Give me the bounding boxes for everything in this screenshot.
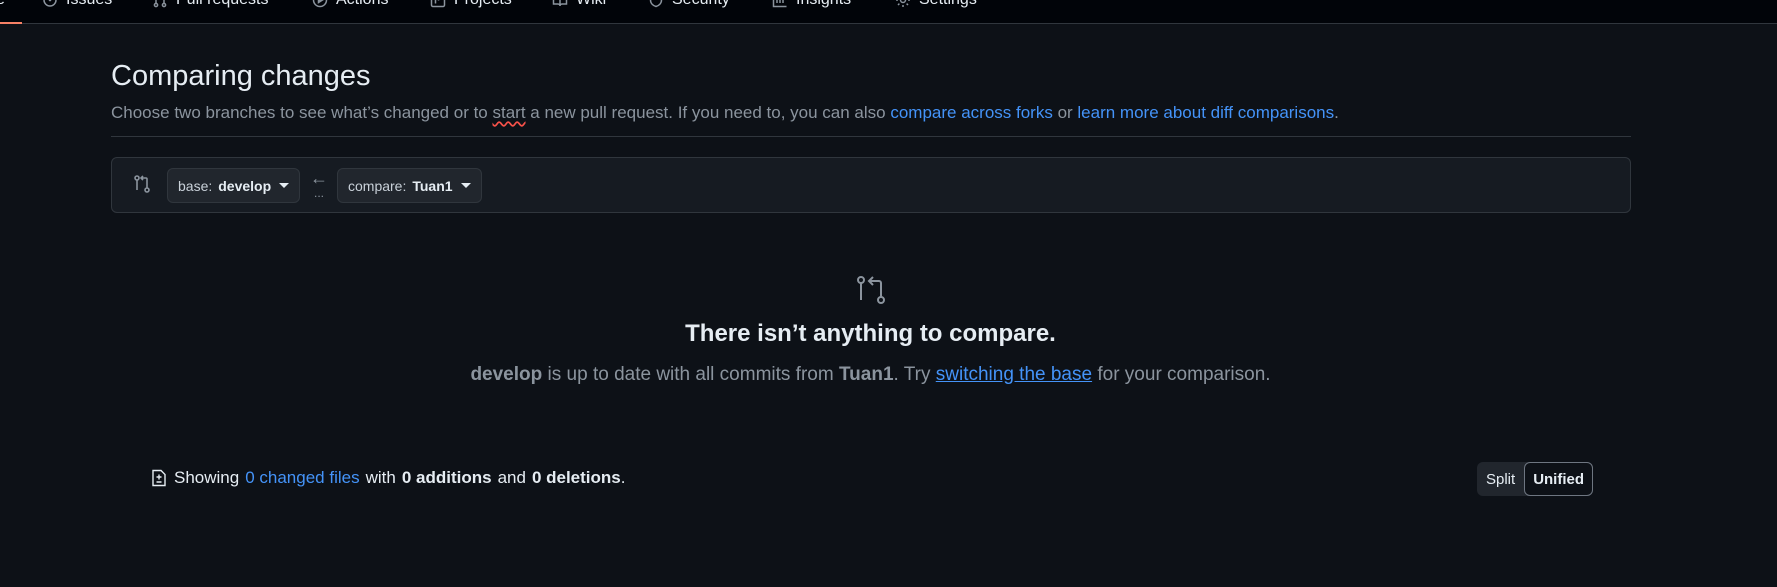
diff-view-toggle: Split Unified: [1477, 462, 1594, 496]
range-arrow: ← ...: [307, 168, 331, 202]
header-divider: [111, 136, 1631, 137]
chevron-down-icon: [460, 183, 471, 188]
git-compare-icon: [855, 274, 887, 306]
compare-branch-label: compare:: [348, 177, 407, 194]
compare-branch-value: Tuan1: [412, 177, 453, 194]
unified-view-button[interactable]: Unified: [1524, 462, 1594, 496]
blankslate-compare-branch: Tuan1: [838, 364, 894, 385]
compare-branch-button[interactable]: compare: Tuan1: [337, 168, 482, 203]
projects-icon: [430, 0, 446, 8]
tab-wiki-label: Wiki: [576, 0, 606, 9]
tab-actions[interactable]: Actions: [312, 0, 388, 10]
subtitle-text-end: .: [1334, 103, 1339, 122]
diff-stats: Showing 0 changed files with 0 additions…: [150, 468, 625, 488]
tab-security-label: Security: [672, 0, 730, 9]
tab-wiki[interactable]: Wiki: [552, 0, 606, 10]
range-editor: base: develop ← ... compare: Tuan1: [111, 157, 1631, 213]
file-diff-icon: [150, 469, 168, 487]
learn-more-link[interactable]: learn more about diff comparisons: [1077, 103, 1334, 122]
git-compare-icon: [132, 174, 152, 194]
issue-icon: [42, 0, 58, 8]
tab-settings-label: Settings: [919, 0, 977, 9]
wiki-icon: [552, 0, 568, 8]
blankslate-text-1: is up to date with all commits from: [542, 364, 839, 385]
diff-stats-period: .: [620, 468, 626, 487]
diff-stats-with: with: [365, 468, 396, 487]
tab-insights[interactable]: Insights: [772, 0, 851, 10]
blankslate-base-branch: develop: [470, 364, 543, 385]
tab-pull-requests[interactable]: Pull requests: [152, 0, 269, 10]
subtitle-text-or: or: [1052, 103, 1078, 122]
subtitle-text-prefix: Choose two branches to see what’s change…: [111, 103, 493, 122]
tab-issues-label: Issues: [66, 0, 112, 9]
blankslate-title: There isn’t anything to compare.: [685, 320, 1056, 347]
pull-request-icon: [152, 0, 168, 8]
compare-across-forks-link[interactable]: compare across forks: [890, 103, 1053, 122]
split-view-button[interactable]: Split: [1477, 462, 1524, 496]
tab-insights-label: Insights: [796, 0, 851, 9]
tab-settings[interactable]: Settings: [895, 0, 977, 10]
tab-actions-label: Actions: [336, 0, 388, 9]
tab-security[interactable]: Security: [648, 0, 730, 10]
changed-files-link[interactable]: 0 changed files: [245, 468, 359, 488]
tab-projects-label: Projects: [454, 0, 512, 9]
gear-icon: [895, 0, 911, 8]
tab-pull-requests-label: Pull requests: [176, 0, 269, 9]
page-title: Comparing changes: [111, 60, 371, 92]
graph-icon: [772, 0, 788, 8]
diff-stats-and: and: [497, 468, 526, 487]
base-branch-value: develop: [218, 177, 272, 194]
actions-icon: [312, 0, 328, 8]
tab-projects[interactable]: Projects: [430, 0, 512, 10]
diff-stats-deletions: 0 deletions: [531, 468, 621, 487]
chevron-down-icon: [279, 183, 290, 188]
blankslate-text-2: . Try: [893, 364, 936, 385]
range-dots: ...: [313, 186, 324, 200]
blankslate-text-3: for your comparison.: [1092, 364, 1271, 385]
base-branch-button[interactable]: base: develop: [167, 168, 301, 203]
subtitle-text-start: start: [492, 103, 526, 122]
diff-stats-showing: Showing: [174, 468, 240, 487]
tab-issues[interactable]: Issues: [42, 0, 112, 10]
shield-icon: [648, 0, 664, 8]
diff-stats-additions: 0 additions: [401, 468, 492, 487]
subtitle-text-middle: a new pull request. If you need to, you …: [525, 103, 891, 122]
base-branch-label: base:: [178, 177, 213, 194]
blankslate-description: develop is up to date with all commits f…: [0, 364, 1741, 386]
switching-the-base-link[interactable]: switching the base: [936, 364, 1092, 385]
page-subtitle: Choose two branches to see what’s change…: [111, 103, 1339, 123]
active-tab-indicator: [0, 22, 22, 24]
arrow-left-icon: ←: [310, 168, 328, 188]
tab-code-active[interactable]: e: [0, 0, 5, 10]
tab-code-label: e: [0, 0, 5, 9]
repo-nav: e Issues Pull requests Actions Projects …: [0, 0, 1777, 24]
